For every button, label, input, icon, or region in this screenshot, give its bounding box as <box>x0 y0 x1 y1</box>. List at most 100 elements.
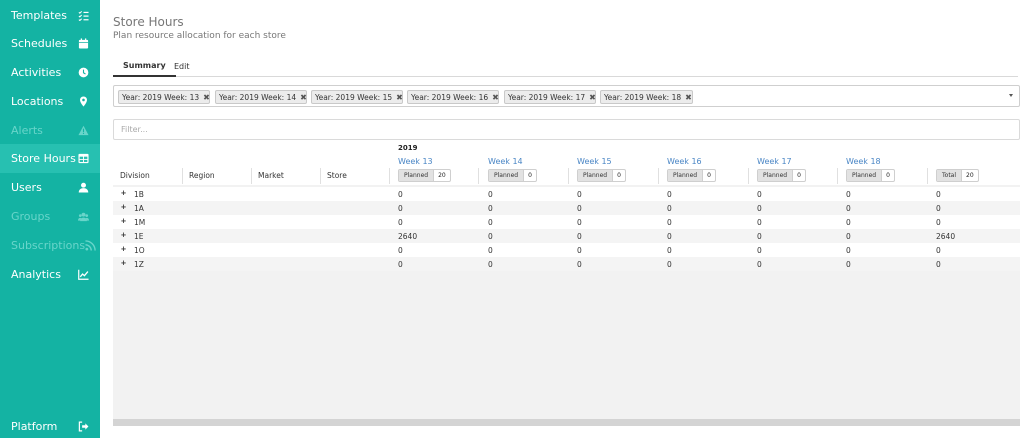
value-cell: 0 <box>577 218 582 227</box>
sidebar-item-activities[interactable]: Activities <box>0 58 100 87</box>
value-cell: 0 <box>846 232 851 241</box>
column-header-store[interactable]: Store <box>327 171 347 180</box>
sidebar-item-templates[interactable]: Templates <box>0 1 100 30</box>
clock-icon <box>77 67 89 79</box>
dropdown-caret-icon[interactable] <box>1009 94 1013 97</box>
map-pin-icon <box>77 96 89 108</box>
value-cell: 0 <box>398 190 403 199</box>
division-cell: 1B <box>134 190 144 199</box>
planned-total-badge: Planned 0 <box>577 169 627 182</box>
value-cell: 0 <box>577 204 582 213</box>
sidebar-item-label: Subscriptions <box>11 239 86 252</box>
remove-chip-icon[interactable]: ✖ <box>589 93 596 102</box>
planned-total-badge: Planned 0 <box>846 169 896 182</box>
column-divider <box>837 168 838 184</box>
week-column-header[interactable]: Week 17 <box>757 157 792 166</box>
table-row: + 1E 2640 0 0 0 0 0 2640 <box>113 229 1020 243</box>
value-cell: 0 <box>398 218 403 227</box>
week-chip: Year: 2019 Week: 15 ✖ <box>311 90 403 104</box>
value-cell: 0 <box>846 246 851 255</box>
column-divider <box>927 168 928 184</box>
total-cell: 0 <box>936 260 941 269</box>
value-cell: 0 <box>398 246 403 255</box>
tab-edit[interactable]: Edit <box>174 55 190 77</box>
value-cell: 0 <box>846 218 851 227</box>
week-column-header[interactable]: Week 14 <box>488 157 523 166</box>
expand-row-icon[interactable]: + <box>120 218 127 225</box>
week-column-header[interactable]: Week 13 <box>398 157 433 166</box>
calendar-icon <box>77 38 89 50</box>
table-row: + 1B 0 0 0 0 0 0 0 <box>113 187 1020 201</box>
filter-input[interactable] <box>113 119 1020 140</box>
week-column-header[interactable]: Week 16 <box>667 157 702 166</box>
remove-chip-icon[interactable]: ✖ <box>685 93 692 102</box>
planned-total-badge: Planned 0 <box>667 169 717 182</box>
sidebar-item-locations[interactable]: Locations <box>0 87 100 116</box>
week-chip-label: Year: 2019 Week: 16 <box>411 92 489 102</box>
value-cell: 0 <box>667 204 672 213</box>
sidebar-item-label: Analytics <box>11 268 61 281</box>
table-row: + 1M 0 0 0 0 0 0 0 <box>113 215 1020 229</box>
sidebar-item-users[interactable]: Users <box>0 173 100 202</box>
value-cell: 0 <box>577 190 582 199</box>
week-chip: Year: 2019 Week: 13 ✖ <box>118 90 210 104</box>
planned-total-badge: Planned 0 <box>488 169 538 182</box>
sidebar-item-subscriptions: Subscriptions <box>0 231 100 260</box>
expand-row-icon[interactable]: + <box>120 260 127 267</box>
grid-header: 2019 Division Region Market Store Week 1… <box>113 140 1020 185</box>
remove-chip-icon[interactable]: ✖ <box>492 93 499 102</box>
sidebar-item-label: Platform <box>11 420 58 433</box>
grand-total-badge: Total 20 <box>936 169 979 182</box>
total-cell: 0 <box>936 204 941 213</box>
page-subtitle: Plan resource allocation for each store <box>113 31 286 41</box>
checklist-icon <box>77 10 89 22</box>
week-column-header[interactable]: Week 18 <box>846 157 881 166</box>
expand-row-icon[interactable]: + <box>120 232 127 239</box>
value-cell: 0 <box>667 218 672 227</box>
week-chip-label: Year: 2019 Week: 14 <box>219 92 297 102</box>
value-cell: 0 <box>488 232 493 241</box>
value-cell: 0 <box>667 260 672 269</box>
rss-icon <box>85 240 96 252</box>
value-cell: 0 <box>577 260 582 269</box>
tab-summary[interactable]: Summary <box>113 55 176 77</box>
column-divider <box>478 168 479 184</box>
sidebar-item-groups: Groups <box>0 202 100 231</box>
week-column-header[interactable]: Week 15 <box>577 157 612 166</box>
sidebar-item-analytics[interactable]: Analytics <box>0 260 100 289</box>
division-cell: 1M <box>134 218 146 227</box>
remove-chip-icon[interactable]: ✖ <box>300 93 307 102</box>
remove-chip-icon[interactable]: ✖ <box>203 93 210 102</box>
metric-value: 20 <box>966 172 974 179</box>
column-header-market[interactable]: Market <box>258 171 284 180</box>
week-selector[interactable]: Year: 2019 Week: 13 ✖ Year: 2019 Week: 14… <box>113 85 1020 107</box>
column-header-division[interactable]: Division <box>120 171 150 180</box>
value-cell: 0 <box>488 246 493 255</box>
column-header-region[interactable]: Region <box>189 171 215 180</box>
division-cell: 1A <box>134 204 144 213</box>
week-chip: Year: 2019 Week: 17 ✖ <box>504 90 596 104</box>
division-cell: 1E <box>134 232 144 241</box>
value-cell: 0 <box>488 218 493 227</box>
sidebar-item-label: Groups <box>11 210 51 223</box>
metric-label: Planned <box>578 170 614 181</box>
year-label: 2019 <box>398 144 418 152</box>
expand-row-icon[interactable]: + <box>120 204 127 211</box>
column-divider <box>251 168 252 184</box>
remove-chip-icon[interactable]: ✖ <box>396 93 403 102</box>
sidebar-item-platform[interactable]: Platform <box>0 412 100 441</box>
sidebar-item-store-hours[interactable]: Store Hours <box>0 144 100 173</box>
horizontal-scrollbar[interactable] <box>113 419 1020 426</box>
user-icon <box>77 182 89 194</box>
metric-label: Planned <box>489 170 525 181</box>
expand-row-icon[interactable]: + <box>120 190 127 197</box>
total-cell: 0 <box>936 190 941 199</box>
column-divider <box>658 168 659 184</box>
division-cell: 1Z <box>134 260 144 269</box>
group-icon <box>77 211 89 223</box>
value-cell: 0 <box>757 204 762 213</box>
sidebar-item-schedules[interactable]: Schedules <box>0 29 100 58</box>
expand-row-icon[interactable]: + <box>120 246 127 253</box>
table-icon <box>77 153 89 165</box>
column-divider <box>568 168 569 184</box>
